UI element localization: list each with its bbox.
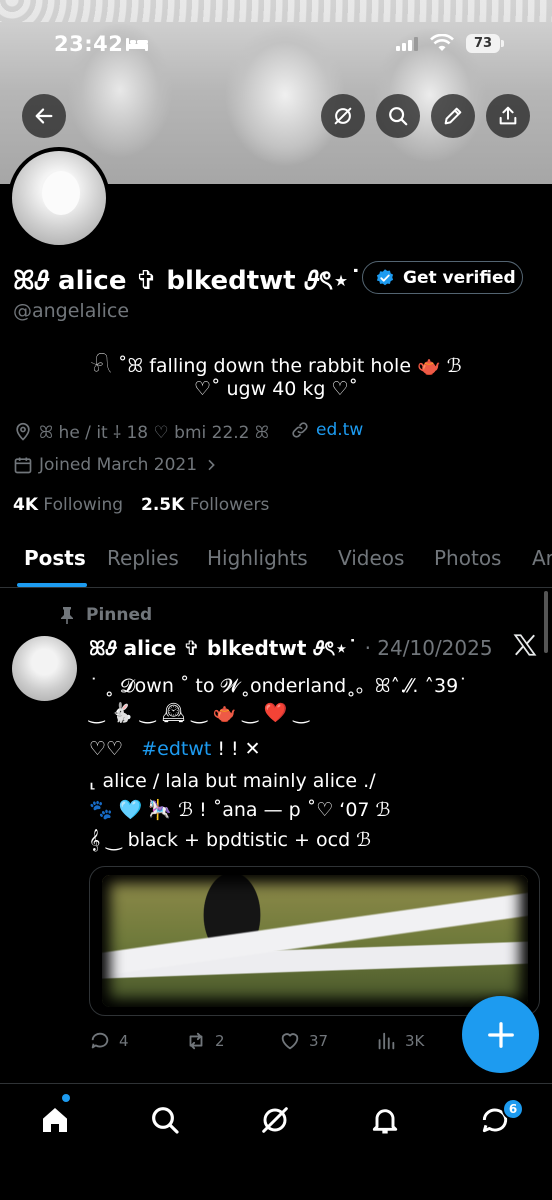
repost-icon xyxy=(189,1032,203,1050)
post-text-line-1: ˙ ˳ 𝓓own ˚ to 𝓦˳onderland˳。ꕤ˄.⁄⁄. ˄39˙ xyxy=(89,675,468,697)
chevron-right-icon xyxy=(208,459,215,471)
verified-badge-icon xyxy=(376,268,394,285)
pinned-indicator: Pinned xyxy=(60,605,152,625)
post-line-3-tail: ! ! ✕ xyxy=(217,738,261,760)
location-text: ꕤ he / it ⸸ 18 ♡ bmi 22.2 ꕤ xyxy=(39,423,270,443)
post-author-avatar[interactable] xyxy=(12,636,77,701)
views-button[interactable]: 3K xyxy=(375,1030,424,1052)
status-time: 23:42 xyxy=(54,32,124,56)
calendar-icon xyxy=(14,457,32,474)
bell-icon[interactable] xyxy=(369,1104,401,1136)
views-chart-icon xyxy=(378,1032,395,1050)
followers-count: 2.5K xyxy=(141,495,185,515)
view-count: 3K xyxy=(405,1032,425,1050)
profile-display-name: ꕤ𝜗 alice ✞ blkedtwt 𝜗ৎ⋆˙ xyxy=(13,266,363,296)
post-media-image[interactable] xyxy=(102,875,528,1007)
following-count: 4K xyxy=(13,495,39,515)
bio-line-2: ♡˚ ugw 40 kg ♡˚ xyxy=(193,378,359,400)
post-hearts: ♡♡ xyxy=(89,738,124,760)
post-text-line-3: ♡♡ #edtwt ! ! ✕ xyxy=(89,738,261,760)
repost-count: 2 xyxy=(215,1032,225,1050)
arrow-left-icon xyxy=(35,108,53,124)
website-row[interactable]: ed.tw xyxy=(290,420,363,440)
grok-button[interactable] xyxy=(321,94,365,138)
profile-avatar[interactable] xyxy=(8,147,110,249)
avatar-face-shape xyxy=(42,171,80,215)
post-text-line-5: 🐾 🩵 🎠 ℬ ! ˚ana — p ˚♡ ‘07 ℬ xyxy=(89,799,391,821)
compose-post-button[interactable] xyxy=(462,996,539,1073)
share-icon xyxy=(499,106,517,125)
scrollbar[interactable] xyxy=(544,591,548,653)
hashtag-link[interactable]: #edtwt xyxy=(141,738,211,760)
tab-highlights[interactable]: Highlights xyxy=(207,546,308,570)
joined-text: Joined March 2021 xyxy=(39,455,198,475)
sleep-focus-icon xyxy=(126,38,148,51)
home-unread-dot xyxy=(62,1094,70,1102)
tab-posts[interactable]: Posts xyxy=(24,546,86,570)
bottom-navigation xyxy=(0,1084,552,1200)
followers-label: Followers xyxy=(189,495,270,515)
pinned-label: Pinned xyxy=(86,605,153,625)
cellular-signal-icon xyxy=(396,37,418,51)
status-bar: 23:42 73 xyxy=(0,0,552,90)
profile-handle: @angelalice xyxy=(13,300,130,322)
active-tab-indicator xyxy=(17,583,87,587)
pencil-icon xyxy=(444,107,462,125)
bio-line-1: 𓍯 ˚ꕤ falling down the rabbit hole 🫖 ℬ xyxy=(90,355,462,377)
tab-replies[interactable]: Replies xyxy=(107,546,179,570)
tab-articles[interactable]: Ar xyxy=(532,546,552,570)
post-author-name: ꕤ𝜗 alice ✞ blkedtwt 𝜗ৎ⋆˙ xyxy=(89,636,358,660)
search-nav-icon[interactable] xyxy=(149,1104,181,1136)
link-icon xyxy=(292,422,308,438)
post-media[interactable] xyxy=(89,866,540,1016)
back-button[interactable] xyxy=(22,94,66,138)
tab-photos[interactable]: Photos xyxy=(434,546,501,570)
grok-nav-icon[interactable] xyxy=(259,1104,291,1136)
followers-link[interactable]: 2.5K Followers xyxy=(141,495,269,515)
battery-indicator: 73 xyxy=(466,34,504,53)
get-verified-label: Get verified xyxy=(403,267,516,288)
heart-icon xyxy=(281,1033,299,1050)
search-button[interactable] xyxy=(376,94,420,138)
location-pin-icon xyxy=(16,422,30,441)
reply-icon xyxy=(91,1032,109,1049)
home-icon[interactable] xyxy=(39,1104,71,1136)
profile-tabs: Posts Replies Highlights Videos Photos A… xyxy=(0,530,552,588)
grok-icon xyxy=(334,107,352,125)
x-logo-icon xyxy=(513,634,537,656)
plus-icon xyxy=(487,1021,514,1048)
wifi-icon xyxy=(430,34,454,51)
edit-profile-button[interactable] xyxy=(431,94,475,138)
post-text-line-6: 𝄞 ‿ black + bpdtistic + ocd ℬ xyxy=(89,829,372,851)
location-row: ꕤ he / it ⸸ 18 ♡ bmi 22.2 ꕤ xyxy=(13,420,269,443)
reply-button[interactable]: 4 xyxy=(89,1030,129,1052)
following-label: Following xyxy=(43,495,124,515)
share-button[interactable] xyxy=(486,94,530,138)
following-link[interactable]: 4K Following xyxy=(13,495,123,515)
repost-button[interactable]: 2 xyxy=(185,1030,225,1052)
like-count: 37 xyxy=(309,1032,329,1050)
messages-badge: 6 xyxy=(502,1098,524,1120)
like-button[interactable]: 37 xyxy=(279,1030,328,1052)
post-author-row[interactable]: ꕤ𝜗 alice ✞ blkedtwt 𝜗ৎ⋆˙ · 24/10/2025 xyxy=(89,634,493,667)
post-text-line-4: ⸤ alice / lala but mainly alice ./ xyxy=(89,770,376,792)
get-verified-button[interactable]: Get verified xyxy=(362,261,523,294)
joined-row[interactable]: Joined March 2021 xyxy=(13,455,219,475)
post-text-line-2: ‿ 🐇 ‿ 🕰 ‿ 🫖 ‿ ❤️ ‿ xyxy=(89,702,309,724)
website-link[interactable]: ed.tw xyxy=(316,420,363,440)
post-date: · 24/10/2025 xyxy=(364,636,493,660)
search-icon xyxy=(389,107,408,126)
pin-icon xyxy=(61,607,73,624)
reply-count: 4 xyxy=(119,1032,129,1050)
tab-videos[interactable]: Videos xyxy=(338,546,404,570)
